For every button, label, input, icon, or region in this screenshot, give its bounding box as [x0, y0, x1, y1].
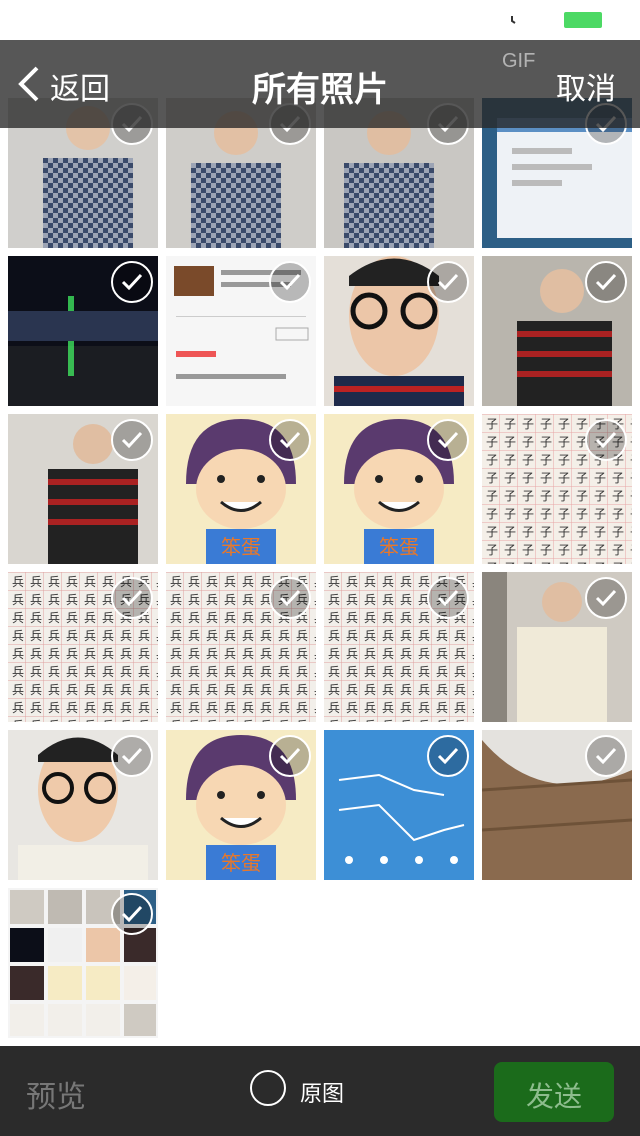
- photo-tile[interactable]: 兵: [8, 572, 158, 722]
- select-check-icon[interactable]: [269, 419, 311, 461]
- select-check-icon[interactable]: [111, 893, 153, 935]
- svg-text:笨蛋: 笨蛋: [379, 535, 419, 559]
- original-label: 原图: [300, 1081, 345, 1106]
- select-check-icon[interactable]: [585, 577, 627, 619]
- original-toggle[interactable]: 原图: [250, 1070, 370, 1110]
- select-check-icon[interactable]: [427, 577, 469, 619]
- charging-icon: [616, 8, 630, 39]
- photo-tile[interactable]: [8, 730, 158, 880]
- select-check-icon[interactable]: [427, 735, 469, 777]
- select-check-icon[interactable]: [269, 261, 311, 303]
- alarm-icon: [500, 8, 524, 39]
- select-check-icon[interactable]: [111, 577, 153, 619]
- select-check-icon[interactable]: [427, 419, 469, 461]
- send-button[interactable]: 发送: [494, 1062, 614, 1122]
- svg-text:笨蛋: 笨蛋: [221, 535, 261, 559]
- photo-tile[interactable]: [324, 572, 474, 722]
- radio-circle-icon: [250, 1070, 286, 1106]
- cancel-button[interactable]: 取消: [556, 64, 616, 108]
- location-icon: [470, 9, 492, 38]
- gif-label: GIF: [502, 50, 536, 72]
- select-check-icon[interactable]: [269, 577, 311, 619]
- signal-icon: [12, 10, 46, 38]
- select-check-icon[interactable]: [111, 735, 153, 777]
- status-bar: 中国联通 4G 下午6:17: [0, 0, 640, 41]
- select-check-icon[interactable]: [269, 735, 311, 777]
- time-label: 下午6:17: [276, 10, 381, 40]
- photo-tile[interactable]: 笨蛋: [166, 730, 316, 880]
- select-check-icon[interactable]: [111, 261, 153, 303]
- photo-tile[interactable]: 子: [482, 414, 632, 564]
- photo-tile[interactable]: 笨蛋: [324, 414, 474, 564]
- nav-bar: 返回 所有照片 GIF 取消: [0, 40, 640, 128]
- bluetooth-icon: [534, 6, 550, 40]
- bottom-toolbar: 预览 原图 发送: [0, 1046, 640, 1136]
- photo-tile[interactable]: [324, 730, 474, 880]
- select-check-icon[interactable]: [427, 261, 469, 303]
- select-check-icon[interactable]: [585, 261, 627, 303]
- photo-tile[interactable]: [166, 256, 316, 406]
- select-check-icon[interactable]: [585, 735, 627, 777]
- rotation-lock-icon: [434, 8, 458, 39]
- photo-tile[interactable]: 笨蛋: [166, 414, 316, 564]
- photo-tile[interactable]: [166, 572, 316, 722]
- photo-tile[interactable]: [8, 888, 158, 1038]
- photo-tile[interactable]: [8, 256, 158, 406]
- select-check-icon[interactable]: [585, 419, 627, 461]
- photo-tile[interactable]: [482, 572, 632, 722]
- carrier-label: 中国联通: [54, 14, 150, 41]
- photo-tile[interactable]: [482, 256, 632, 406]
- network-label: 4G: [170, 7, 203, 34]
- battery-icon: [560, 8, 612, 39]
- photo-tile[interactable]: [8, 414, 158, 564]
- select-check-icon[interactable]: [111, 419, 153, 461]
- photo-tile[interactable]: [482, 730, 632, 880]
- photo-tile[interactable]: [324, 256, 474, 406]
- preview-button[interactable]: 预览: [26, 1072, 86, 1116]
- page-title: 所有照片: [252, 71, 388, 109]
- send-label: 发送: [525, 1081, 582, 1112]
- svg-text:笨蛋: 笨蛋: [221, 851, 261, 875]
